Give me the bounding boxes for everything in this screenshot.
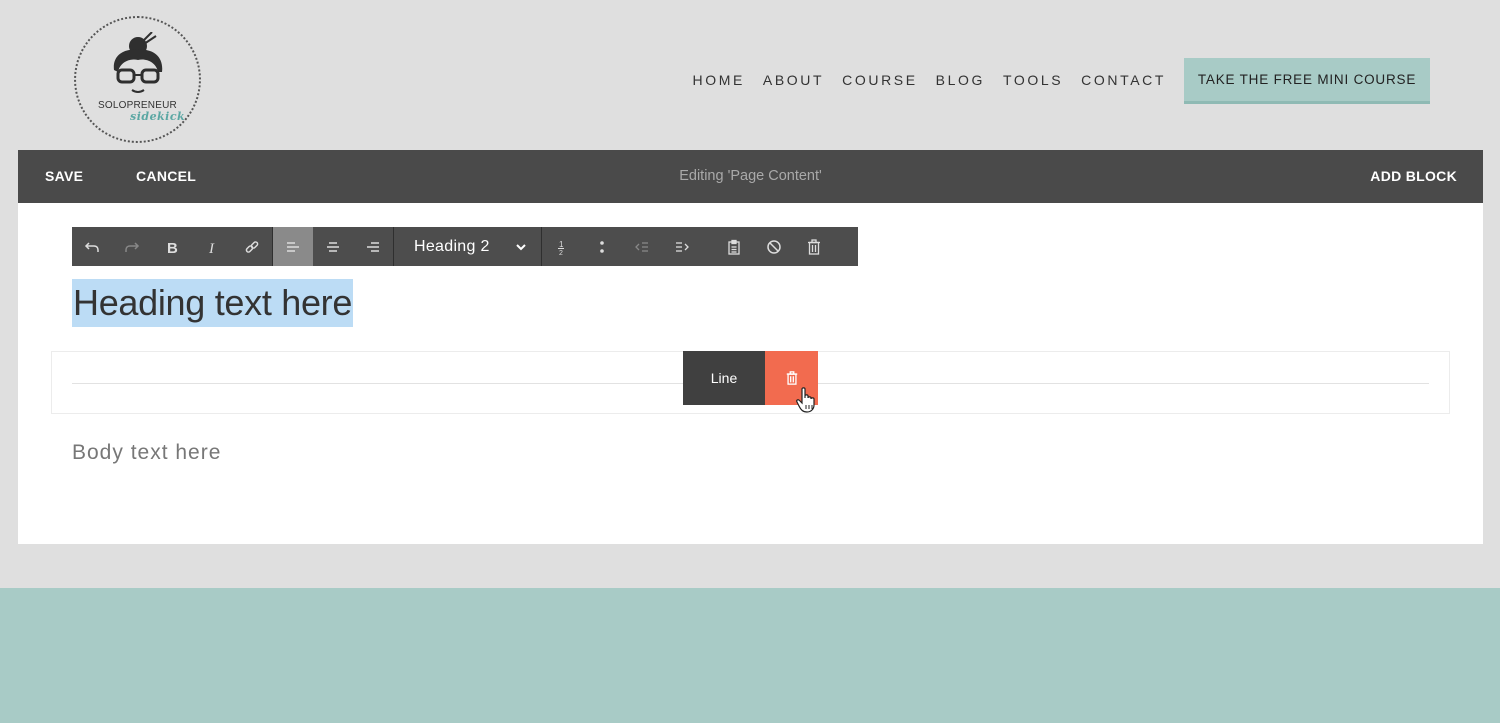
format-select-label: Heading 2 bbox=[414, 237, 490, 255]
free-mini-course-button[interactable]: TAKE THE FREE MINI COURSE bbox=[1184, 58, 1430, 104]
ordered-list-icon[interactable]: 12 bbox=[542, 227, 582, 266]
align-left-icon[interactable] bbox=[273, 227, 313, 266]
link-icon[interactable] bbox=[232, 227, 272, 266]
nav-course[interactable]: COURSE bbox=[842, 72, 918, 88]
nav-home[interactable]: HOME bbox=[693, 72, 745, 88]
line-block-label: Line bbox=[683, 351, 765, 405]
svg-text:I: I bbox=[208, 241, 215, 255]
clear-format-icon[interactable] bbox=[754, 227, 794, 266]
add-block-button[interactable]: ADD BLOCK bbox=[1370, 168, 1457, 184]
svg-text:B: B bbox=[167, 240, 178, 255]
editing-title: Editing 'Page Content' bbox=[679, 168, 822, 184]
align-right-icon[interactable] bbox=[353, 227, 393, 266]
main-nav: HOME ABOUT COURSE BLOG TOOLS CONTACT bbox=[675, 72, 1166, 88]
heading-text[interactable]: Heading text here bbox=[72, 279, 354, 327]
nav-contact[interactable]: CONTACT bbox=[1081, 72, 1166, 88]
svg-text:1: 1 bbox=[559, 240, 564, 249]
paste-icon[interactable] bbox=[714, 227, 754, 266]
editor-bar: Editing 'Page Content' SAVE CANCEL ADD B… bbox=[18, 150, 1483, 203]
content-panel: B I Heading 2 12 Heading text here Line … bbox=[18, 203, 1483, 544]
outdent-icon[interactable] bbox=[622, 227, 662, 266]
save-button[interactable]: SAVE bbox=[45, 168, 83, 184]
footer-band bbox=[0, 588, 1500, 723]
trash-icon bbox=[786, 371, 797, 385]
logo-text-secondary: sidekick bbox=[130, 110, 186, 123]
nav-tools[interactable]: TOOLS bbox=[1003, 72, 1063, 88]
italic-icon[interactable]: I bbox=[192, 227, 232, 266]
chevron-down-icon bbox=[516, 243, 526, 250]
align-center-icon[interactable] bbox=[313, 227, 353, 266]
site-logo[interactable]: SOLOPRENEUR sidekick bbox=[74, 16, 201, 143]
redo-icon[interactable] bbox=[112, 227, 152, 266]
cancel-button[interactable]: CANCEL bbox=[136, 168, 196, 184]
bold-icon[interactable]: B bbox=[152, 227, 192, 266]
logo-face-icon bbox=[113, 32, 163, 96]
svg-text:2: 2 bbox=[559, 250, 563, 255]
nav-blog[interactable]: BLOG bbox=[936, 72, 985, 88]
undo-icon[interactable] bbox=[72, 227, 112, 266]
unordered-list-icon[interactable] bbox=[582, 227, 622, 266]
text-format-toolbar: B I Heading 2 12 bbox=[72, 227, 858, 266]
nav-about[interactable]: ABOUT bbox=[763, 72, 824, 88]
hand-cursor-icon bbox=[796, 387, 815, 413]
delete-icon[interactable] bbox=[794, 227, 834, 266]
format-select[interactable]: Heading 2 bbox=[394, 227, 541, 266]
body-text[interactable]: Body text here bbox=[72, 441, 221, 465]
indent-icon[interactable] bbox=[662, 227, 702, 266]
